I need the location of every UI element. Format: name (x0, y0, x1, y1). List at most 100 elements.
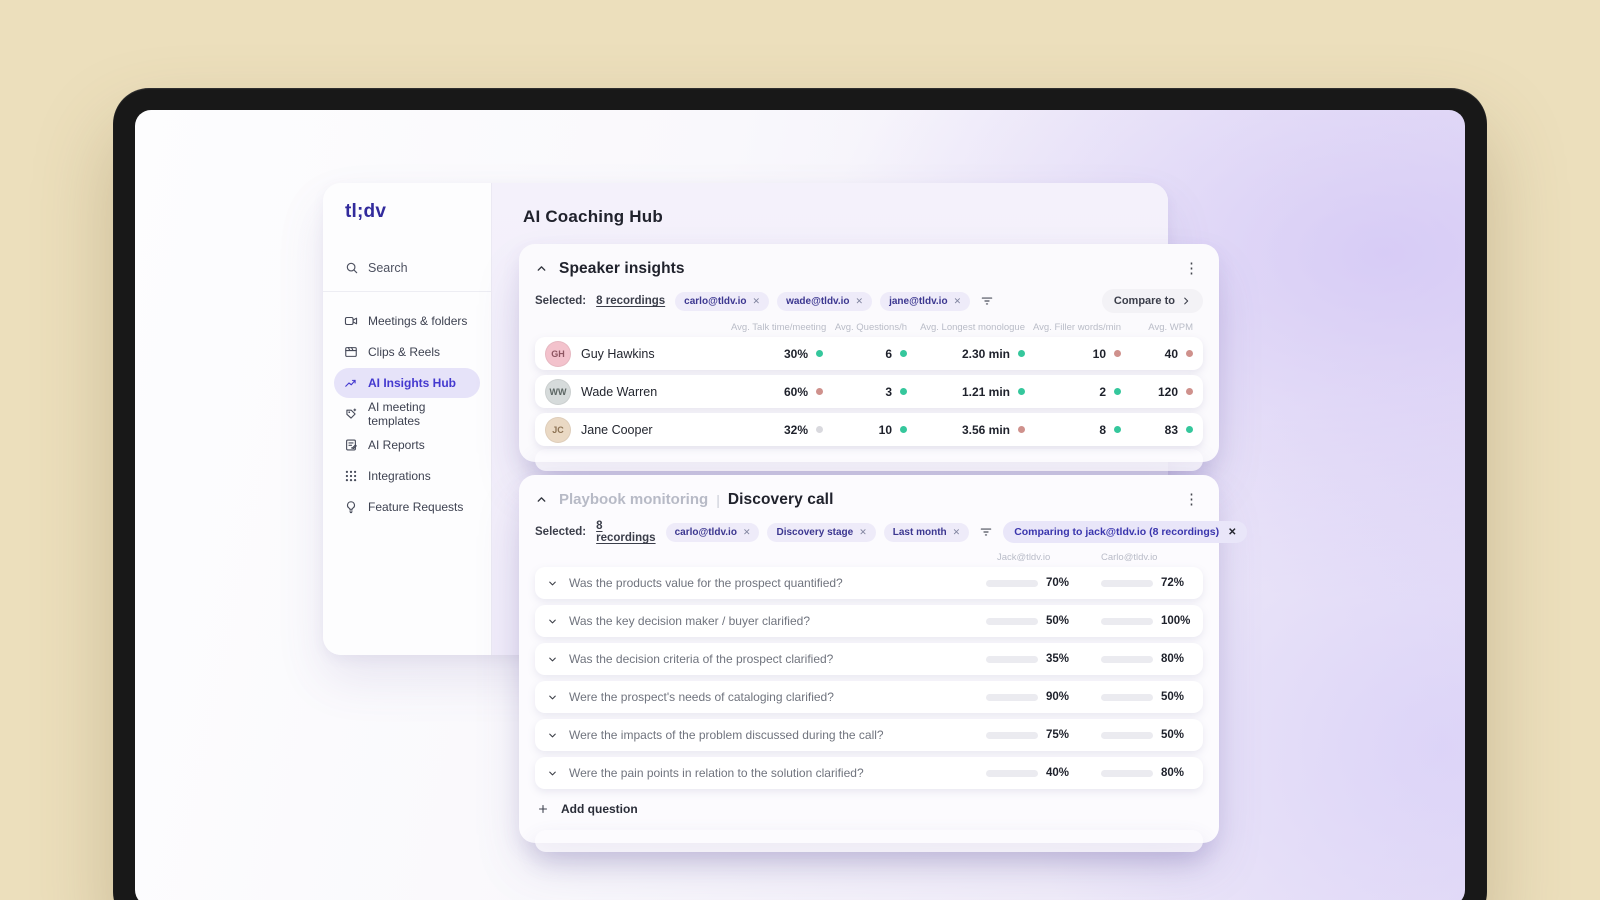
sidebar-item-ai-insights-hub[interactable]: AI Insights Hub (334, 368, 480, 398)
add-question-button[interactable]: Add question (519, 789, 1219, 829)
metric-value: 3.56 min (961, 422, 1010, 437)
search-label: Search (368, 261, 408, 275)
close-icon[interactable]: ✕ (856, 296, 864, 307)
status-dot (900, 350, 907, 357)
sidebar-item-feature-requests[interactable]: Feature Requests (334, 492, 480, 522)
chevron-down-icon[interactable] (547, 654, 558, 665)
playbook-title-muted: Playbook monitoring (559, 491, 709, 508)
search-icon (346, 262, 358, 274)
playbook-panel-header: Playbook monitoring | Discovery call ⋮ (519, 475, 1219, 516)
close-icon[interactable]: ✕ (953, 527, 961, 538)
filter-chip[interactable]: carlo@tldv.io ✕ (665, 522, 760, 542)
kebab-menu-icon[interactable]: ⋮ (1180, 490, 1203, 509)
close-icon[interactable]: ✕ (753, 296, 761, 307)
chevron-down-icon[interactable] (547, 578, 558, 589)
question-row[interactable]: Were the prospect's needs of cataloging … (535, 681, 1203, 713)
collapse-chevron-up-icon[interactable] (535, 493, 548, 506)
sidebar-item-label: AI Insights Hub (368, 376, 456, 390)
close-icon[interactable]: ✕ (1228, 527, 1236, 538)
sidebar-item-label: Clips & Reels (368, 345, 441, 359)
playbook-monitoring-panel: Playbook monitoring | Discovery call ⋮ S… (519, 475, 1248, 852)
filter-chip[interactable]: Discovery stage ✕ (767, 522, 876, 542)
collapse-chevron-up-icon[interactable] (535, 262, 548, 275)
sidebar-item-label: AI Reports (368, 438, 425, 452)
question-row[interactable]: Was the decision criteria of the prospec… (535, 643, 1203, 675)
progress-bar (1101, 655, 1153, 663)
filter-chip[interactable]: wade@tldv.io ✕ (777, 291, 873, 311)
kebab-menu-icon[interactable]: ⋮ (1180, 259, 1203, 278)
chip-label: carlo@tldv.io (684, 295, 747, 307)
status-dot (1018, 388, 1025, 395)
filter-chip[interactable]: jane@tldv.io ✕ (880, 291, 971, 311)
status-dot (1018, 350, 1025, 357)
filter-icon[interactable] (980, 294, 994, 308)
question-row[interactable]: Were the pain points in relation to the … (535, 757, 1203, 789)
column-header: Avg. Filler words/min (1033, 322, 1121, 333)
speaker-column-headers: Avg. Talk time/meeting Avg. Questions/h Av… (519, 313, 1219, 337)
template-icon (346, 408, 357, 419)
question-row[interactable]: Was the key decision maker / buyer clari… (535, 605, 1203, 637)
selected-recordings-link[interactable]: 8 recordings (596, 520, 655, 544)
sidebar-item-ai-meeting-templates[interactable]: AI meeting templates (334, 399, 480, 429)
comparison-column-headers: Jack@tldv.io Carlo@tldv.io (519, 544, 1219, 565)
filter-icon[interactable] (979, 525, 993, 539)
speaker-name: Jane Cooper (581, 422, 653, 437)
metric-value: 8 (1099, 422, 1106, 437)
search-button[interactable]: Search (323, 261, 491, 275)
question-row[interactable]: Were the impacts of the problem discusse… (535, 719, 1203, 751)
screen: tl;dv Search Meetings & folders Clips & R… (135, 110, 1465, 900)
speaker-row[interactable]: WW Wade Warren 60% 3 1.21 min 2 120 (535, 375, 1203, 408)
metric-value: 83 (1164, 422, 1178, 437)
compare-to-button[interactable]: Compare to (1101, 289, 1203, 313)
chevron-down-icon[interactable] (547, 692, 558, 703)
close-icon[interactable]: ✕ (743, 527, 751, 538)
line-chart-icon (345, 379, 356, 387)
progress-percent: 90% (1046, 691, 1070, 703)
question-text: Was the key decision maker / buyer clari… (569, 614, 810, 628)
sidebar-item-integrations[interactable]: Integrations (334, 461, 480, 491)
question-text: Was the decision criteria of the prospec… (569, 652, 834, 666)
status-dot (1018, 426, 1025, 433)
speaker-row[interactable]: JC Jane Cooper 32% 10 3.56 min 8 83 (535, 413, 1203, 446)
question-row[interactable]: Was the products value for the prospect … (535, 567, 1203, 599)
close-icon[interactable]: ✕ (859, 527, 867, 538)
sidebar-item-label: Feature Requests (368, 500, 464, 514)
playbook-question-list: Was the products value for the prospect … (519, 565, 1219, 789)
chevron-down-icon[interactable] (547, 616, 558, 627)
title-separator: | (716, 491, 720, 508)
metric-value: 40 (1164, 346, 1178, 361)
metric-value: 6 (885, 346, 892, 361)
question-text: Were the prospect's needs of cataloging … (569, 690, 834, 704)
chip-label: carlo@tldv.io (674, 526, 737, 538)
question-text: Were the pain points in relation to the … (569, 766, 864, 780)
sidebar-item-meetings-folders[interactable]: Meetings & folders (334, 306, 480, 336)
avatar: JC (545, 416, 571, 443)
column-header: Avg. Questions/h (834, 322, 907, 333)
compare-to-label: Compare to (1113, 295, 1175, 307)
filter-chip[interactable]: Last month ✕ (883, 522, 970, 542)
filter-chip[interactable]: carlo@tldv.io ✕ (675, 291, 770, 311)
chip-label: wade@tldv.io (786, 295, 850, 307)
comparing-to-chip[interactable]: Comparing to jack@tldv.io (8 recordings)… (1003, 521, 1248, 543)
progress-percent: 72% (1161, 577, 1185, 589)
close-icon[interactable]: ✕ (954, 296, 962, 307)
metric-value: 2 (1099, 384, 1106, 399)
sidebar-item-clips-reels[interactable]: Clips & Reels (334, 337, 480, 367)
speaker-row[interactable]: GH Guy Hawkins 30% 6 2.30 min 10 40 (535, 337, 1203, 370)
avatar: WW (545, 378, 571, 405)
progress-percent: 40% (1046, 767, 1070, 779)
add-question-label: Add question (561, 802, 638, 816)
plus-icon (538, 804, 548, 814)
metric-value: 120 (1157, 384, 1178, 399)
column-header: Avg. WPM (1148, 322, 1193, 333)
progress-bar (1101, 693, 1153, 701)
speaker-chips: carlo@tldv.io ✕ wade@tldv.io ✕ jane@tldv.io ✕ (675, 291, 971, 311)
comparing-to-label: Comparing to jack@tldv.io (8 recordings) (1014, 526, 1220, 538)
sidebar-item-ai-reports[interactable]: AI Reports (334, 430, 480, 460)
chevron-down-icon[interactable] (547, 730, 558, 741)
chevron-down-icon[interactable] (547, 768, 558, 779)
speaker-panel-header: Speaker insights ⋮ (519, 244, 1219, 285)
avatar: GH (545, 340, 571, 367)
sidebar-nav: Meetings & folders Clips & Reels AI Insigh… (323, 306, 491, 522)
selected-recordings-link[interactable]: 8 recordings (596, 295, 665, 307)
